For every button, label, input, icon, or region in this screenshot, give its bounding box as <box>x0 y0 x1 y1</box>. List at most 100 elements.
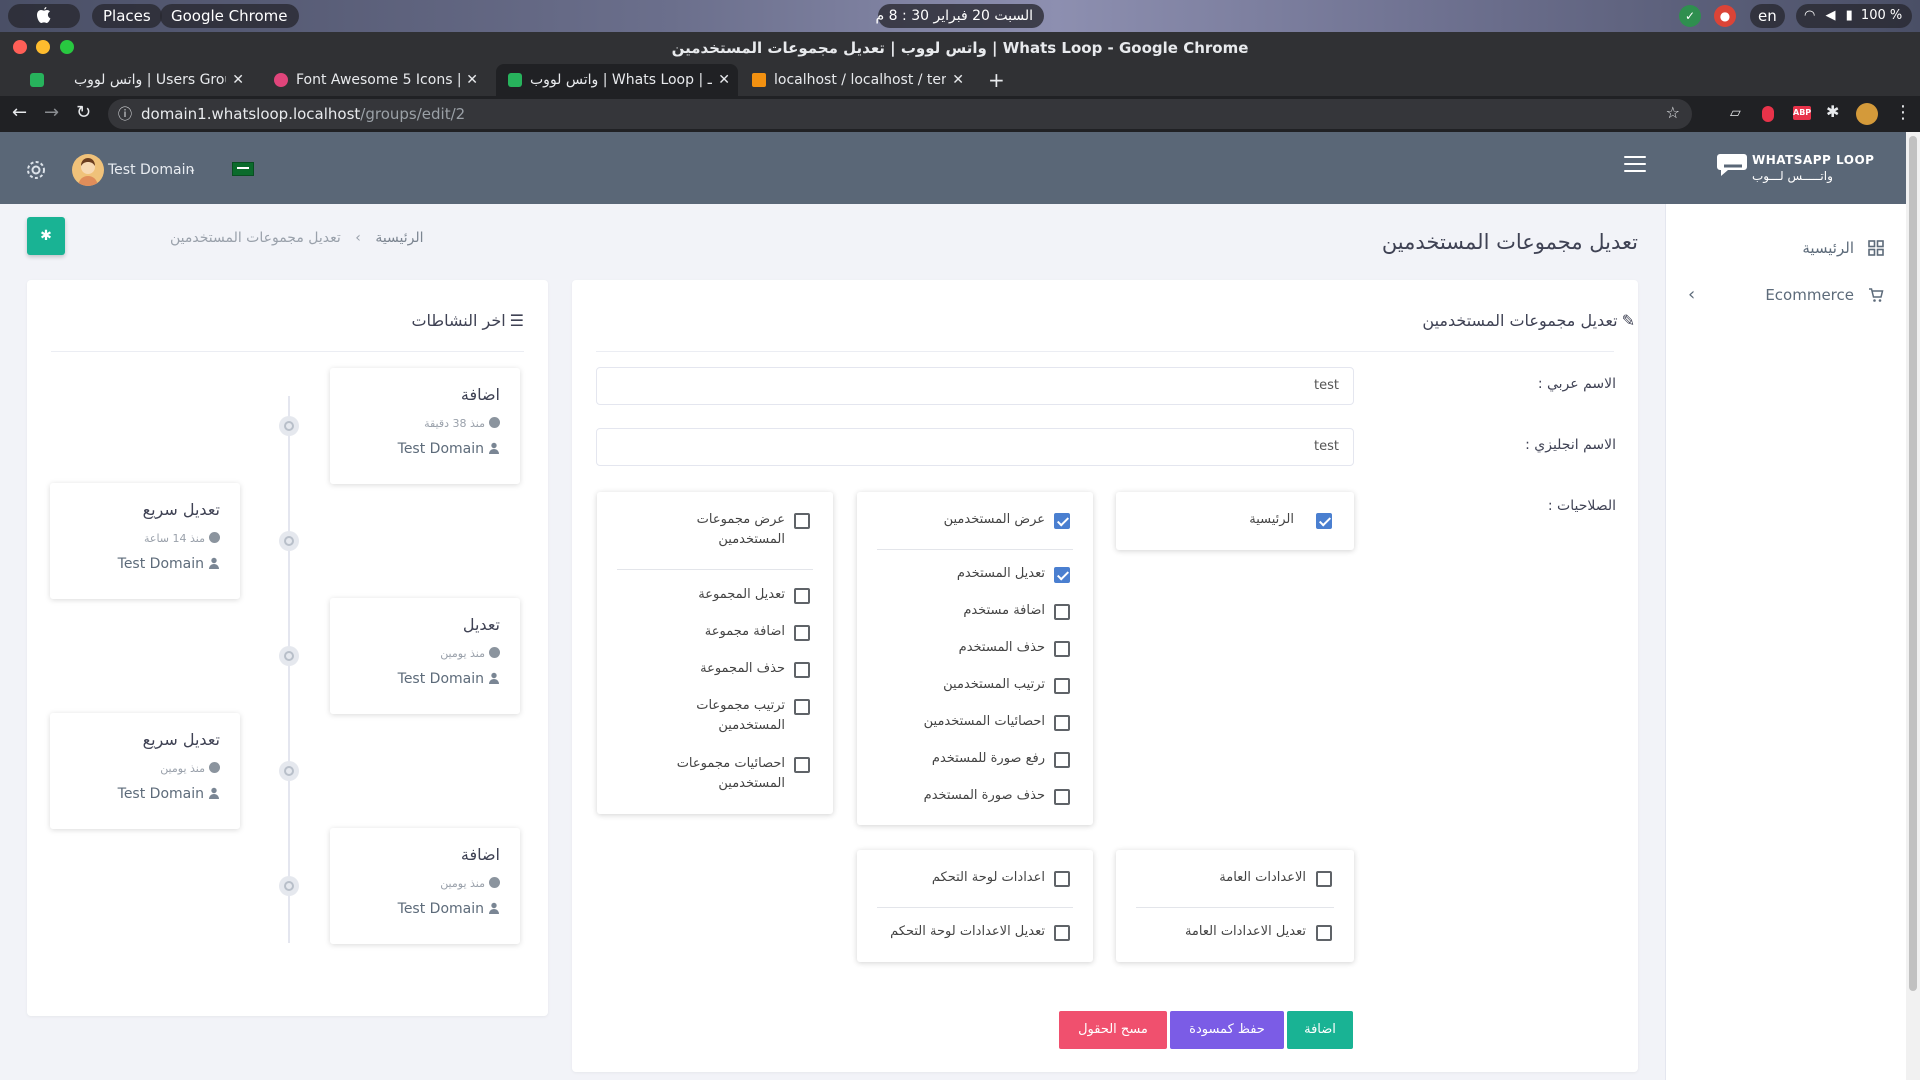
clock[interactable]: السبت 20 فبراير 30 : 8 م <box>876 4 1044 28</box>
bookmark-star-icon[interactable]: ☆ <box>1666 103 1680 122</box>
close-icon[interactable]: ✕ <box>466 64 478 96</box>
checkbox-sort-groups[interactable] <box>794 699 810 715</box>
permission-item[interactable]: احصائيات المستخدمين <box>857 712 1093 734</box>
tab-users-groups[interactable]: واتس لووب | Users Groups ✕ <box>18 64 252 96</box>
checkbox-add-group[interactable] <box>794 625 810 641</box>
permission-item[interactable]: اعدادات لوحة التحكم <box>857 868 1093 890</box>
app-menu[interactable]: Google Chrome <box>160 4 299 28</box>
checkbox-users-stats[interactable] <box>1054 715 1070 731</box>
checkbox-upload-user-photo[interactable] <box>1054 752 1070 768</box>
permission-item[interactable]: رفع صورة للمستخدم <box>857 749 1093 771</box>
checkbox-edit-general-settings[interactable] <box>1316 925 1332 941</box>
clear-fields-button[interactable]: مسح الحقول <box>1059 1011 1167 1049</box>
sidebar-item-ecommerce[interactable]: Ecommerce ‹ <box>1684 283 1884 307</box>
checkbox-edit-user[interactable] <box>1054 567 1070 583</box>
permission-item[interactable]: حذف المجموعة <box>597 659 833 681</box>
permission-item[interactable]: اضافة مستخدم <box>857 601 1093 623</box>
back-arrow-icon[interactable]: ← <box>12 102 27 123</box>
saudi-flag-icon[interactable] <box>232 162 254 176</box>
permission-label: تعديل الاعدادات العامة <box>1184 924 1306 939</box>
permission-item[interactable]: عرض المستخدمين <box>857 510 1093 532</box>
url-path: /groups/edit/2 <box>360 105 466 123</box>
checkbox-sort-users[interactable] <box>1054 678 1070 694</box>
permission-item[interactable]: الاعدادات العامة <box>1116 868 1354 890</box>
profile-avatar[interactable] <box>1856 103 1878 125</box>
extension-red-icon[interactable] <box>1762 106 1774 122</box>
close-icon[interactable]: ✕ <box>952 64 964 96</box>
checkbox-edit-group[interactable] <box>794 588 810 604</box>
address-bar[interactable]: ⓘ domain1.whatsloop.localhost/groups/edi… <box>108 99 1692 129</box>
scrollbar-thumb[interactable] <box>1909 136 1917 991</box>
activity-title-text: اخر النشاطات <box>411 311 506 330</box>
permission-label: احصائيات المستخدمين <box>923 714 1045 729</box>
permission-label: الاعدادات العامة <box>1219 870 1306 885</box>
tab-phpmyadmin[interactable]: localhost / localhost / tenant ✕ <box>740 64 972 96</box>
permission-item[interactable]: ترتيب مجموعات المستخدمين <box>597 696 833 738</box>
activity-item-time: منذ 14 ساعة <box>144 532 220 545</box>
cast-icon[interactable]: ▱ <box>1730 105 1741 121</box>
close-icon[interactable]: ✕ <box>718 64 730 96</box>
adblock-plus-icon[interactable]: ABP <box>1793 106 1811 120</box>
window-close-button[interactable] <box>13 40 27 54</box>
extensions-puzzle-icon[interactable]: ✱ <box>1826 102 1839 121</box>
permission-item[interactable]: حذف المستخدم <box>857 638 1093 660</box>
window-minimize-button[interactable] <box>36 40 50 54</box>
checkbox-edit-dashboard-settings[interactable] <box>1054 925 1070 941</box>
permission-item[interactable]: تعديل المستخدم <box>857 564 1093 586</box>
checkbox-view-groups[interactable] <box>794 513 810 529</box>
sidebar-item-label: Ecommerce <box>1765 286 1854 304</box>
permission-item[interactable]: تعديل الاعدادات العامة <box>1116 922 1354 944</box>
permission-label: ترتيب مجموعات المستخدمين <box>696 698 785 733</box>
clock-icon <box>209 762 220 773</box>
close-icon[interactable]: ✕ <box>232 64 244 96</box>
info-icon[interactable]: ⓘ <box>118 104 132 124</box>
checkbox-delete-group[interactable] <box>794 662 810 678</box>
name-en-input[interactable]: test <box>596 428 1354 466</box>
settings-cog-button[interactable]: ✱ <box>27 217 65 255</box>
chrome-tray-icon[interactable]: ● <box>1714 5 1736 27</box>
checkbox-groups-stats[interactable] <box>794 757 810 773</box>
permission-item[interactable]: الرئيسية <box>1116 510 1354 532</box>
user-icon <box>489 442 499 454</box>
window-title: واتس لووب | تعديل مجموعات المستخدمين | W… <box>671 39 1249 57</box>
page-scrollbar[interactable] <box>1906 132 1920 1080</box>
apple-menu-button[interactable] <box>8 4 80 28</box>
checkbox-add-user[interactable] <box>1054 604 1070 620</box>
activity-item-user: Test Domain <box>118 556 220 572</box>
shield-tray-icon[interactable]: ✓ <box>1679 5 1701 27</box>
system-status-tray[interactable]: ◠ ◀ ▮ 100 % <box>1796 4 1912 28</box>
permission-item[interactable]: اضافة مجموعة <box>597 622 833 644</box>
permission-group-user-groups: عرض مجموعات المستخدمين تعديل المجموعة اض… <box>597 492 833 814</box>
checkbox-dashboard-settings[interactable] <box>1054 871 1070 887</box>
breadcrumb-home-link[interactable]: الرئيسية <box>375 230 423 246</box>
permission-item[interactable]: ترتيب المستخدمين <box>857 675 1093 697</box>
permission-label: حذف صورة المستخدم <box>923 788 1045 803</box>
window-maximize-button[interactable] <box>60 40 74 54</box>
chrome-menu-icon[interactable]: ⋮ <box>1894 102 1912 123</box>
settings-gear-icon[interactable] <box>24 158 48 182</box>
checkbox-general-settings[interactable] <box>1316 871 1332 887</box>
checkbox-view-users[interactable] <box>1054 513 1070 529</box>
reload-icon[interactable]: ↻ <box>76 102 91 123</box>
checkbox-delete-user[interactable] <box>1054 641 1070 657</box>
forward-arrow-icon[interactable]: → <box>44 102 59 123</box>
checkbox-home[interactable] <box>1316 513 1332 529</box>
checkbox-delete-user-photo[interactable] <box>1054 789 1070 805</box>
whatsloop-logo[interactable]: WHATSAPP LOOP واتـــــس لـــوب <box>1716 150 1874 188</box>
new-tab-button[interactable]: + <box>988 64 1008 96</box>
places-menu[interactable]: Places <box>92 4 162 28</box>
save-draft-button[interactable]: حفظ كمسودة <box>1170 1011 1284 1049</box>
user-name: Test Domain <box>108 162 195 178</box>
language-indicator[interactable]: en <box>1750 4 1785 28</box>
permission-item[interactable]: عرض مجموعات المستخدمين <box>597 510 833 552</box>
permission-item[interactable]: تعديل المجموعة <box>597 585 833 607</box>
permission-item[interactable]: تعديل الاعدادات لوحة التحكم <box>857 922 1093 944</box>
hamburger-menu-icon[interactable] <box>1624 156 1646 174</box>
tab-whats-loop-active[interactable]: واتس لووب | Whats Loop | تعـ ✕ <box>496 64 738 96</box>
activity-item-title: اضافة <box>460 385 500 404</box>
permission-item[interactable]: احصائيات مجموعات المستخدمين <box>597 754 833 796</box>
permission-item[interactable]: حذف صورة المستخدم <box>857 786 1093 808</box>
add-button[interactable]: اضافة <box>1287 1011 1353 1049</box>
tab-font-awesome[interactable]: Font Awesome 5 Icons | UBold ✕ <box>262 64 486 96</box>
name-ar-input[interactable]: test <box>596 367 1354 405</box>
